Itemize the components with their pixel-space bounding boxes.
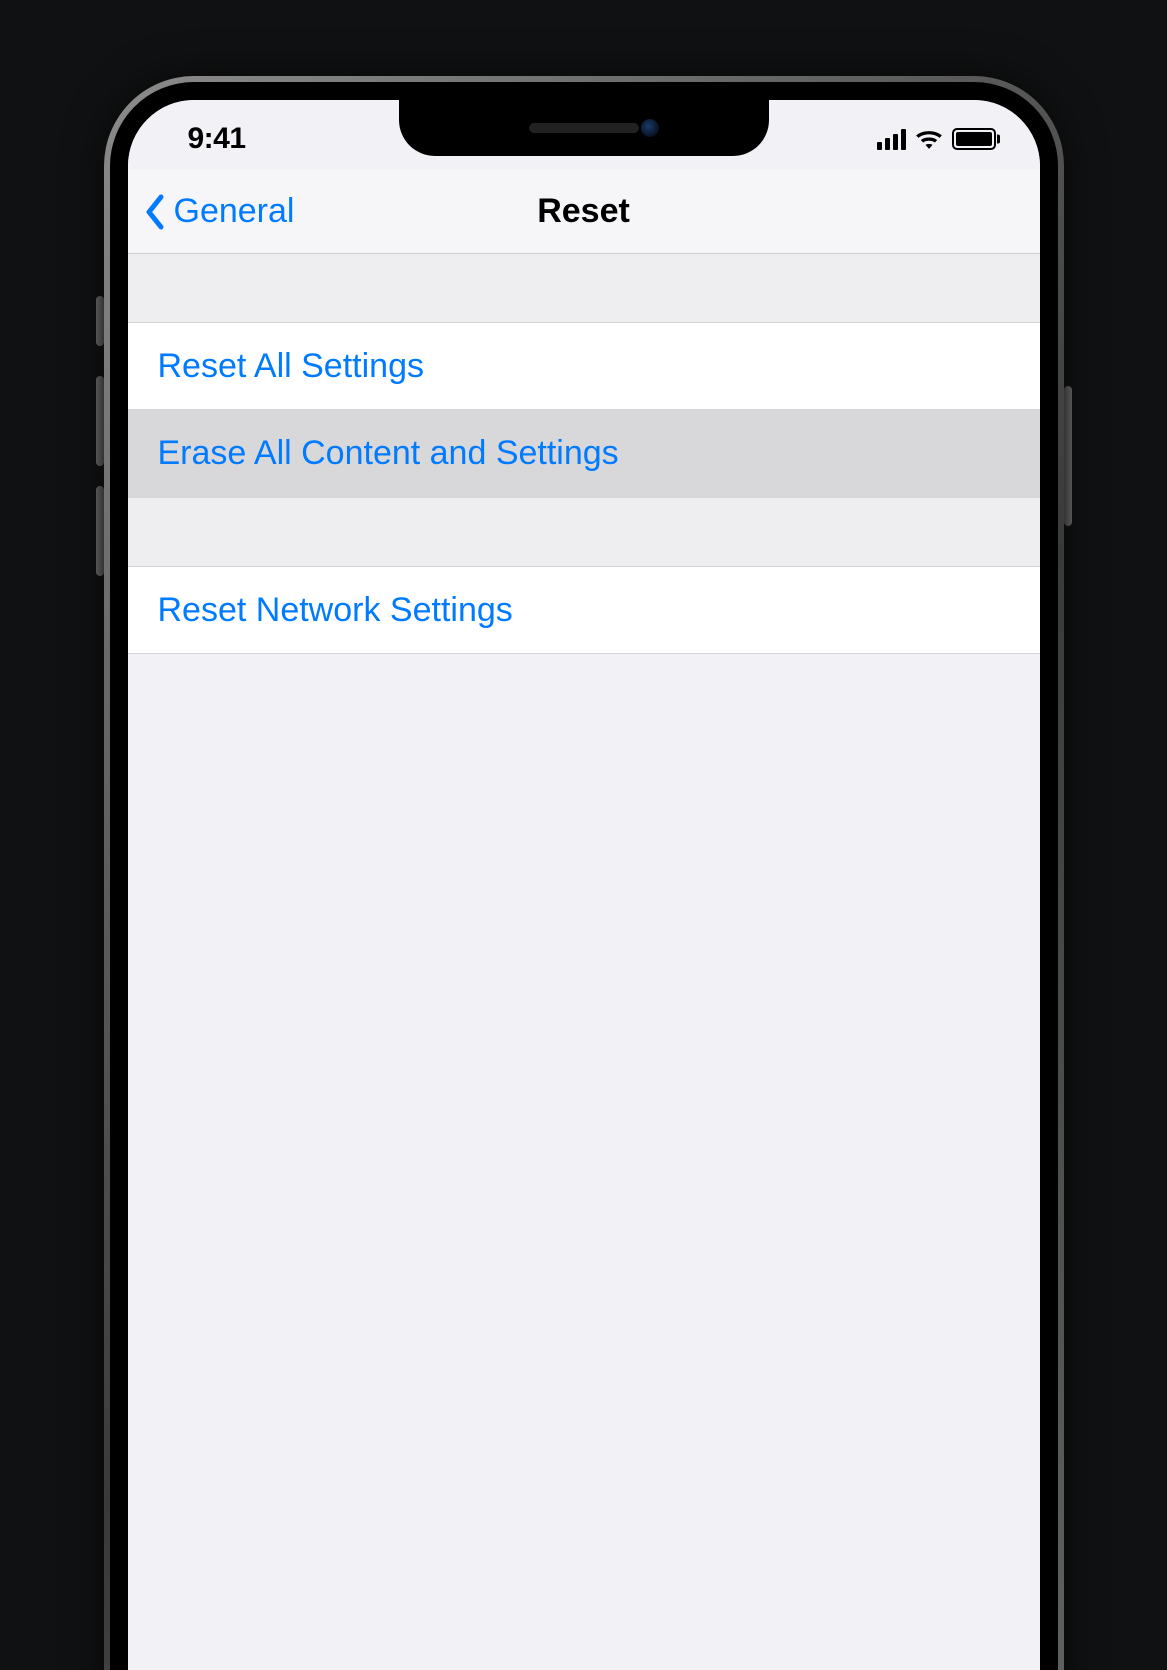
page-title: Reset [537, 192, 630, 231]
volume-up-button [96, 376, 104, 466]
settings-group-1: Reset Network Settings [128, 566, 1040, 654]
group-spacer [128, 254, 1040, 322]
settings-list: Reset All Settings Erase All Content and… [128, 254, 1040, 654]
mute-switch [96, 296, 104, 346]
phone-frame-inner: 9:41 [110, 82, 1058, 1670]
erase-all-content-row[interactable]: Erase All Content and Settings [128, 410, 1040, 498]
front-camera [641, 119, 659, 137]
phone-notch [399, 100, 769, 156]
group-spacer [128, 498, 1040, 566]
navigation-bar: General Reset [128, 170, 1040, 254]
reset-network-settings-row[interactable]: Reset Network Settings [128, 566, 1040, 654]
back-label: General [174, 192, 295, 231]
cellular-signal-icon [877, 129, 906, 150]
battery-icon [952, 128, 996, 150]
row-label: Reset All Settings [158, 347, 424, 386]
settings-group-0: Reset All Settings Erase All Content and… [128, 322, 1040, 498]
wifi-icon [915, 128, 943, 150]
reset-all-settings-row[interactable]: Reset All Settings [128, 322, 1040, 410]
volume-down-button [96, 486, 104, 576]
back-button[interactable]: General [144, 192, 295, 231]
phone-frame-outer: 9:41 [104, 76, 1064, 1670]
status-time: 9:41 [188, 122, 246, 156]
row-label: Erase All Content and Settings [158, 434, 619, 473]
power-button [1064, 386, 1072, 526]
status-icons [877, 128, 996, 150]
phone-screen: 9:41 [128, 100, 1040, 1670]
speaker-grille [529, 123, 639, 133]
row-label: Reset Network Settings [158, 591, 513, 630]
chevron-left-icon [144, 194, 166, 230]
